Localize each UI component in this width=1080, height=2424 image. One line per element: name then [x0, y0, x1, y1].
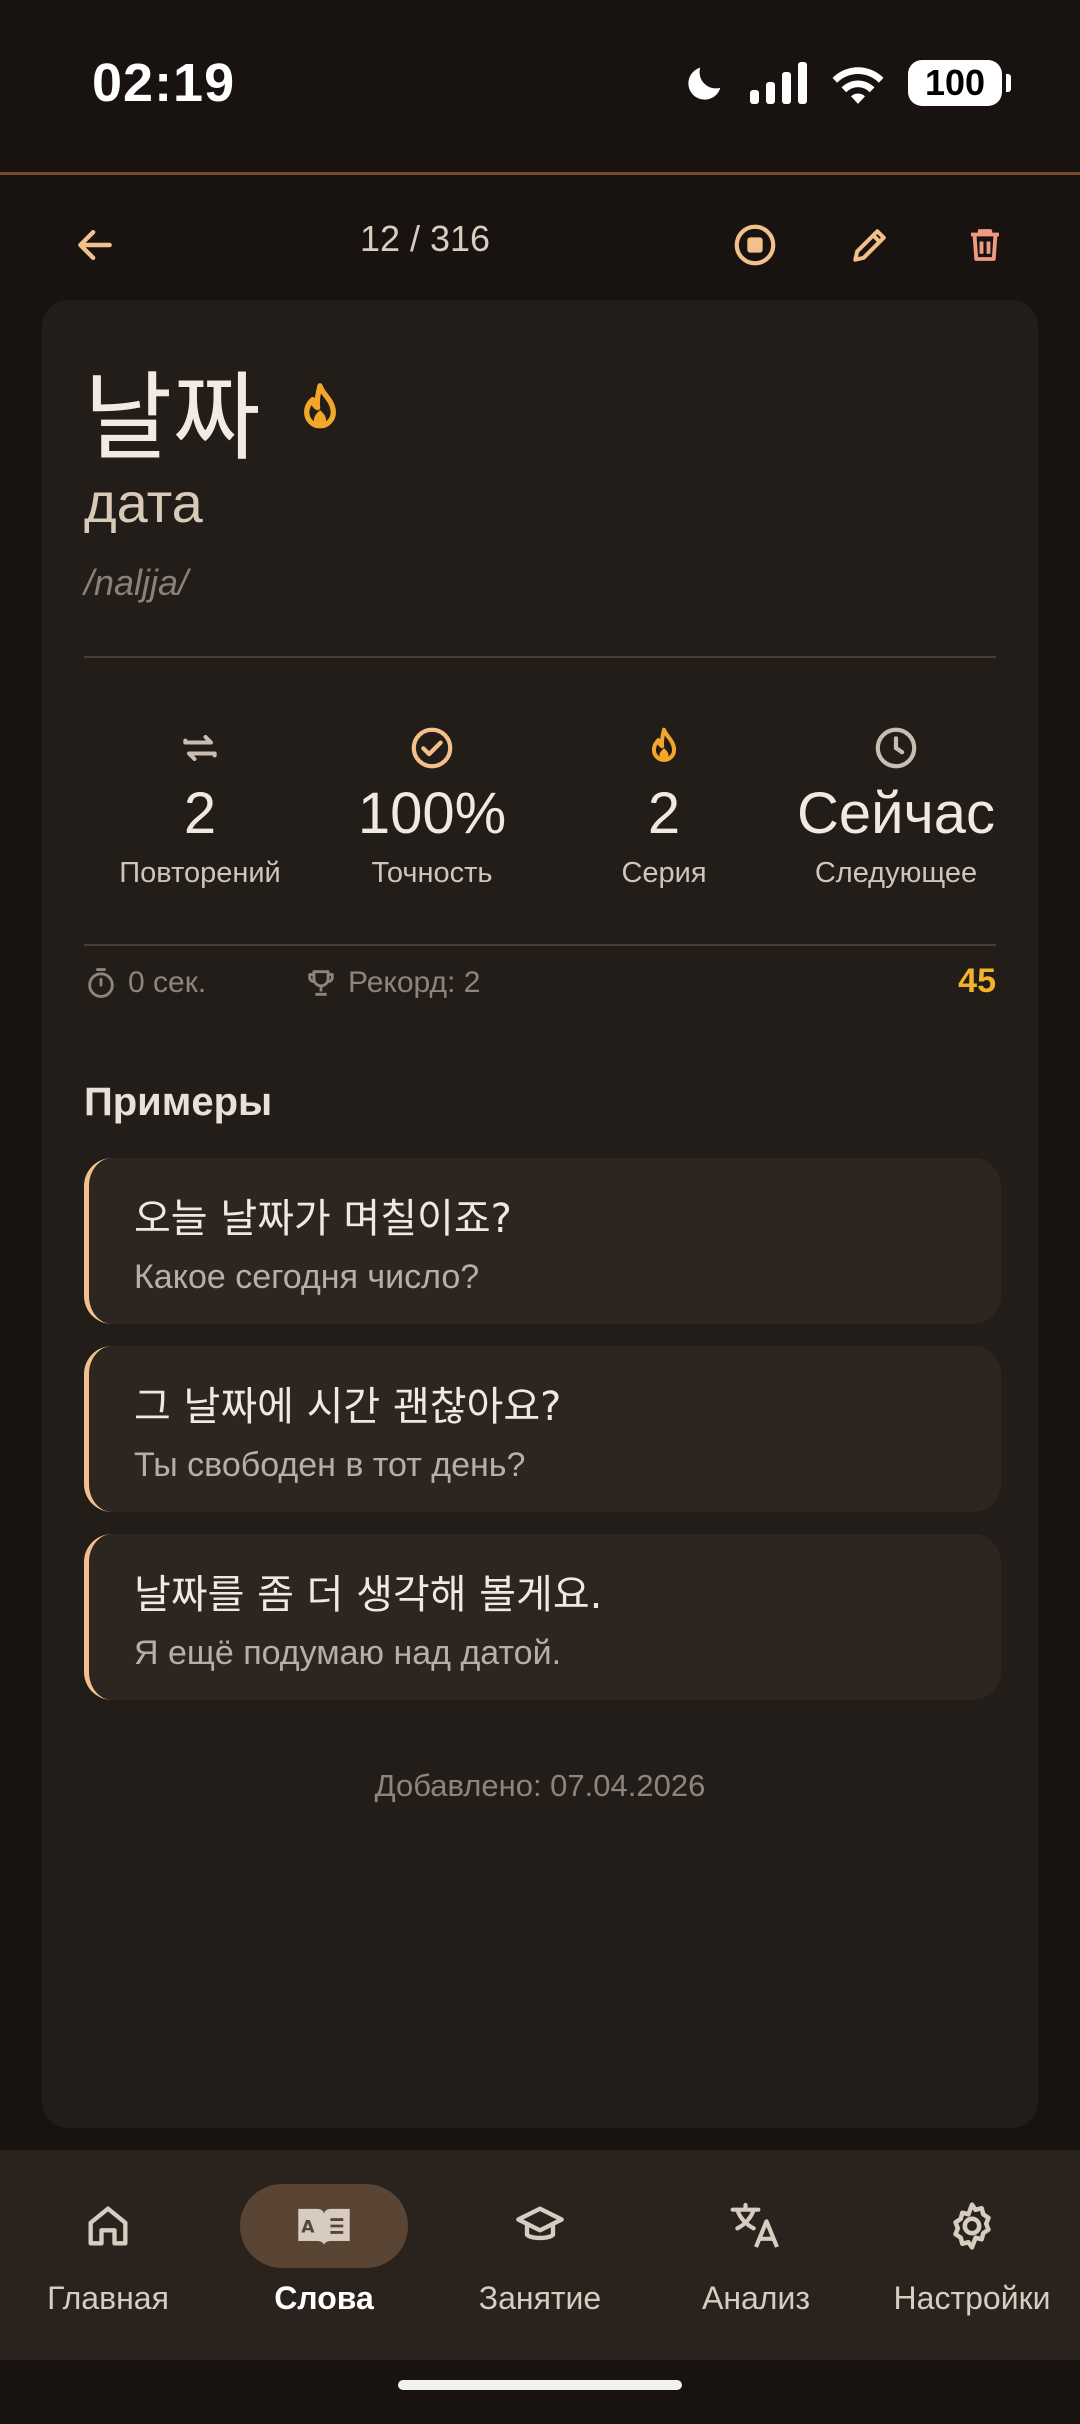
gear-icon	[953, 2202, 991, 2250]
repeat-icon	[183, 734, 217, 762]
trophy-icon	[308, 970, 334, 996]
stat-label: Следующее	[814, 857, 978, 889]
stop-button[interactable]	[715, 205, 795, 285]
nav-words[interactable]: A Слова	[216, 2150, 432, 2360]
book-icon: A	[298, 2208, 350, 2246]
stat-label: Повторений	[119, 857, 281, 889]
stat-value: 2	[647, 781, 681, 846]
stat-label: Точность	[371, 857, 493, 889]
example-korean: 오늘 날짜가 며칠이죠?	[134, 1196, 512, 1242]
stat-accuracy: 100% Точность	[316, 720, 548, 890]
stats-row: 2 Повторений 100% Точность 2 Серия Сейча…	[84, 720, 1014, 889]
word-counter: 12 / 316	[359, 218, 491, 259]
nav-label: Занятие	[478, 2280, 602, 2316]
pencil-icon	[853, 229, 886, 262]
word-card: 날짜 дата /naljja/ 2 Повторений 100% Точно…	[42, 300, 1038, 2128]
arrow-left-icon	[78, 229, 112, 261]
nav-home[interactable]: Главная	[0, 2150, 216, 2360]
example-item: 오늘 날짜가 며칠이죠? Какое сегодня число?	[84, 1158, 1001, 1324]
header-divider	[0, 172, 1080, 175]
word-transliteration: /naljja/	[84, 562, 189, 603]
stat-label: Серия	[621, 857, 707, 889]
example-item: 날짜를 좀 더 생각해 볼게요. Я ещё подумаю над датой…	[84, 1534, 1001, 1700]
nav-settings[interactable]: Настройки	[864, 2150, 1080, 2360]
example-translation: Ты свободен в тот день?	[134, 1446, 526, 1484]
nav-lesson[interactable]: Занятие	[432, 2150, 648, 2360]
word-row: 날짜	[84, 340, 349, 479]
answer-time-text: 0 сек.	[128, 966, 207, 999]
stat-value: 100%	[357, 781, 507, 846]
nav-label: Слова	[274, 2280, 374, 2316]
delete-button[interactable]	[945, 205, 1025, 285]
example-translation: Я ещё подумаю над датой.	[134, 1634, 562, 1672]
nav-label: Главная	[47, 2280, 169, 2316]
bottom-navigation: Главная A Слова Занятие Анализ Настройки	[0, 2150, 1080, 2360]
answer-time: 0 сек.	[84, 966, 206, 1000]
example-item: 그 날짜에 시간 괜찮아요? Ты свободен в тот день?	[84, 1346, 1001, 1512]
flame-icon	[651, 727, 677, 762]
edit-button[interactable]	[830, 205, 910, 285]
examples-title: Примеры	[84, 1080, 273, 1124]
top-toolbar: 12 / 316	[0, 190, 1080, 300]
flame-icon	[303, 382, 336, 428]
example-translation: Какое сегодня число?	[134, 1258, 480, 1296]
record: Рекорд: 2	[304, 966, 480, 1000]
gesture-area	[0, 2360, 1080, 2424]
stat-streak: 2 Серия	[548, 720, 780, 890]
korean-word: 날짜	[84, 362, 261, 474]
nav-analysis[interactable]: Анализ	[648, 2150, 864, 2360]
moon-icon	[688, 67, 721, 100]
translate-icon	[730, 2202, 779, 2248]
battery-indicator: 100	[908, 60, 1011, 106]
example-korean: 그 날짜에 시간 괜찮아요?	[134, 1384, 562, 1430]
svg-text:A: A	[301, 2217, 315, 2237]
stat-repetitions: 2 Повторений	[84, 720, 316, 890]
status-bar: 02:19 100	[0, 0, 1080, 172]
check-circle-icon	[411, 727, 453, 769]
stopwatch-icon	[88, 968, 114, 998]
stat-next-review: Сейчас Следующее	[780, 720, 1012, 890]
stat-value: 2	[183, 781, 217, 846]
divider	[84, 656, 996, 658]
home-indicator[interactable]	[398, 2380, 682, 2390]
record-text: Рекорд: 2	[348, 966, 481, 999]
trash-icon	[971, 229, 999, 261]
example-korean: 날짜를 좀 더 생각해 볼게요.	[134, 1572, 603, 1618]
word-translation: дата	[84, 471, 203, 534]
stat-value: Сейчас	[796, 781, 995, 846]
added-date: Добавлено: 07.04.2026	[374, 1768, 706, 1803]
meta-row: 0 сек. Рекорд: 2 45	[84, 962, 996, 1016]
divider	[84, 944, 996, 946]
stop-circle-icon	[734, 224, 776, 266]
nav-label: Настройки	[893, 2280, 1051, 2316]
signal-icon	[750, 62, 807, 104]
status-icons: 100	[682, 60, 1011, 106]
status-time: 02:19	[92, 53, 236, 113]
score-value: 45	[958, 962, 996, 1000]
back-button[interactable]	[55, 205, 135, 285]
nav-label: Анализ	[701, 2280, 811, 2316]
graduation-cap-icon	[516, 2206, 564, 2241]
clock-icon	[875, 727, 917, 769]
home-icon	[88, 2206, 128, 2246]
wifi-icon	[832, 67, 884, 104]
